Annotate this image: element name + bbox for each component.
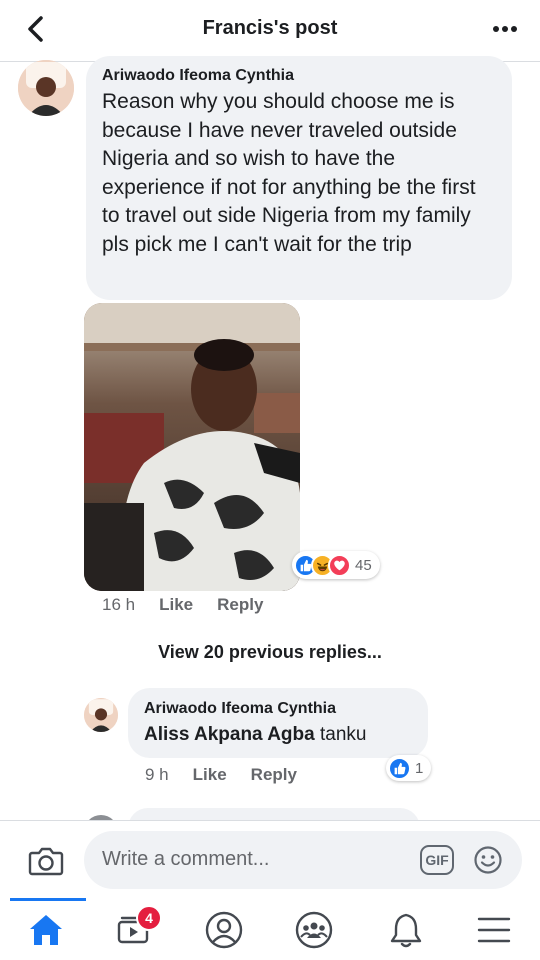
groups-icon [295, 911, 333, 949]
reply-message: tanku [319, 724, 367, 745]
comment-placeholder: Write a comment... [102, 848, 270, 870]
reply-avatar[interactable] [84, 698, 118, 732]
nav-notifications[interactable] [382, 908, 430, 952]
active-tab-indicator [10, 898, 86, 901]
comment-actions: 16 h Like Reply [102, 595, 263, 615]
comment-input[interactable]: Write a comment... GIF [84, 831, 522, 889]
reply-bubble[interactable]: Ariwaodo Ifeoma Cynthia Aliss Akpana Agb… [128, 688, 428, 758]
reaction-count: 45 [355, 556, 372, 574]
mention-link[interactable]: Aliss Akpana Agba [144, 724, 315, 745]
nav-home[interactable] [22, 908, 70, 952]
profile-icon [205, 911, 243, 949]
gif-button[interactable]: GIF [420, 845, 454, 875]
reactions-summary[interactable]: 45 [292, 551, 380, 579]
reply-text: Aliss Akpana Agba tanku [144, 724, 412, 746]
more-options-button[interactable] [488, 14, 522, 44]
view-previous-replies-link[interactable]: View 20 previous replies... [0, 642, 540, 663]
comment-text: Reason why you should choose me is becau… [102, 90, 476, 256]
smiley-icon [474, 846, 502, 874]
video-badge: 4 [136, 905, 162, 931]
comment-bubble[interactable]: Ariwaodo Ifeoma Cynthia Reason why you s… [86, 56, 512, 300]
more-dots-icon [493, 26, 517, 32]
reaction-count: 1 [415, 759, 424, 777]
avatar-image [84, 698, 118, 732]
emoji-button[interactable] [472, 844, 504, 876]
reply-actions: 9 h Like Reply [145, 765, 297, 785]
avatar-image [18, 60, 74, 116]
like-reaction-icon [388, 756, 411, 780]
comment-photo[interactable] [84, 303, 300, 591]
nav-profile[interactable] [200, 908, 248, 952]
reply-button[interactable]: Reply [217, 595, 263, 615]
commenter-avatar[interactable] [18, 60, 74, 116]
comment-author[interactable]: Ariwaodo Ifeoma Cynthia [102, 67, 496, 85]
love-reaction-icon [328, 553, 351, 577]
reply-timestamp: 9 h [145, 765, 169, 784]
camera-button[interactable] [26, 841, 66, 881]
like-button[interactable]: Like [159, 595, 193, 615]
bell-icon [390, 913, 422, 948]
reply-reactions[interactable]: 1 [386, 755, 432, 781]
menu-icon [477, 917, 511, 943]
reply-author[interactable]: Ariwaodo Ifeoma Cynthia [144, 700, 412, 718]
comment-timestamp: 16 h [102, 595, 136, 614]
bottom-navigation [0, 898, 540, 960]
camera-icon [28, 847, 64, 876]
nav-groups[interactable] [290, 908, 338, 952]
reply-button[interactable]: Reply [251, 765, 297, 785]
selfie-photo [84, 303, 300, 591]
like-button[interactable]: Like [193, 765, 227, 785]
home-icon [30, 915, 62, 945]
comment-composer: Write a comment... GIF [0, 820, 540, 898]
post-header: Francis's post [0, 0, 540, 62]
nav-menu[interactable] [470, 908, 518, 952]
page-title: Francis's post [202, 17, 338, 39]
